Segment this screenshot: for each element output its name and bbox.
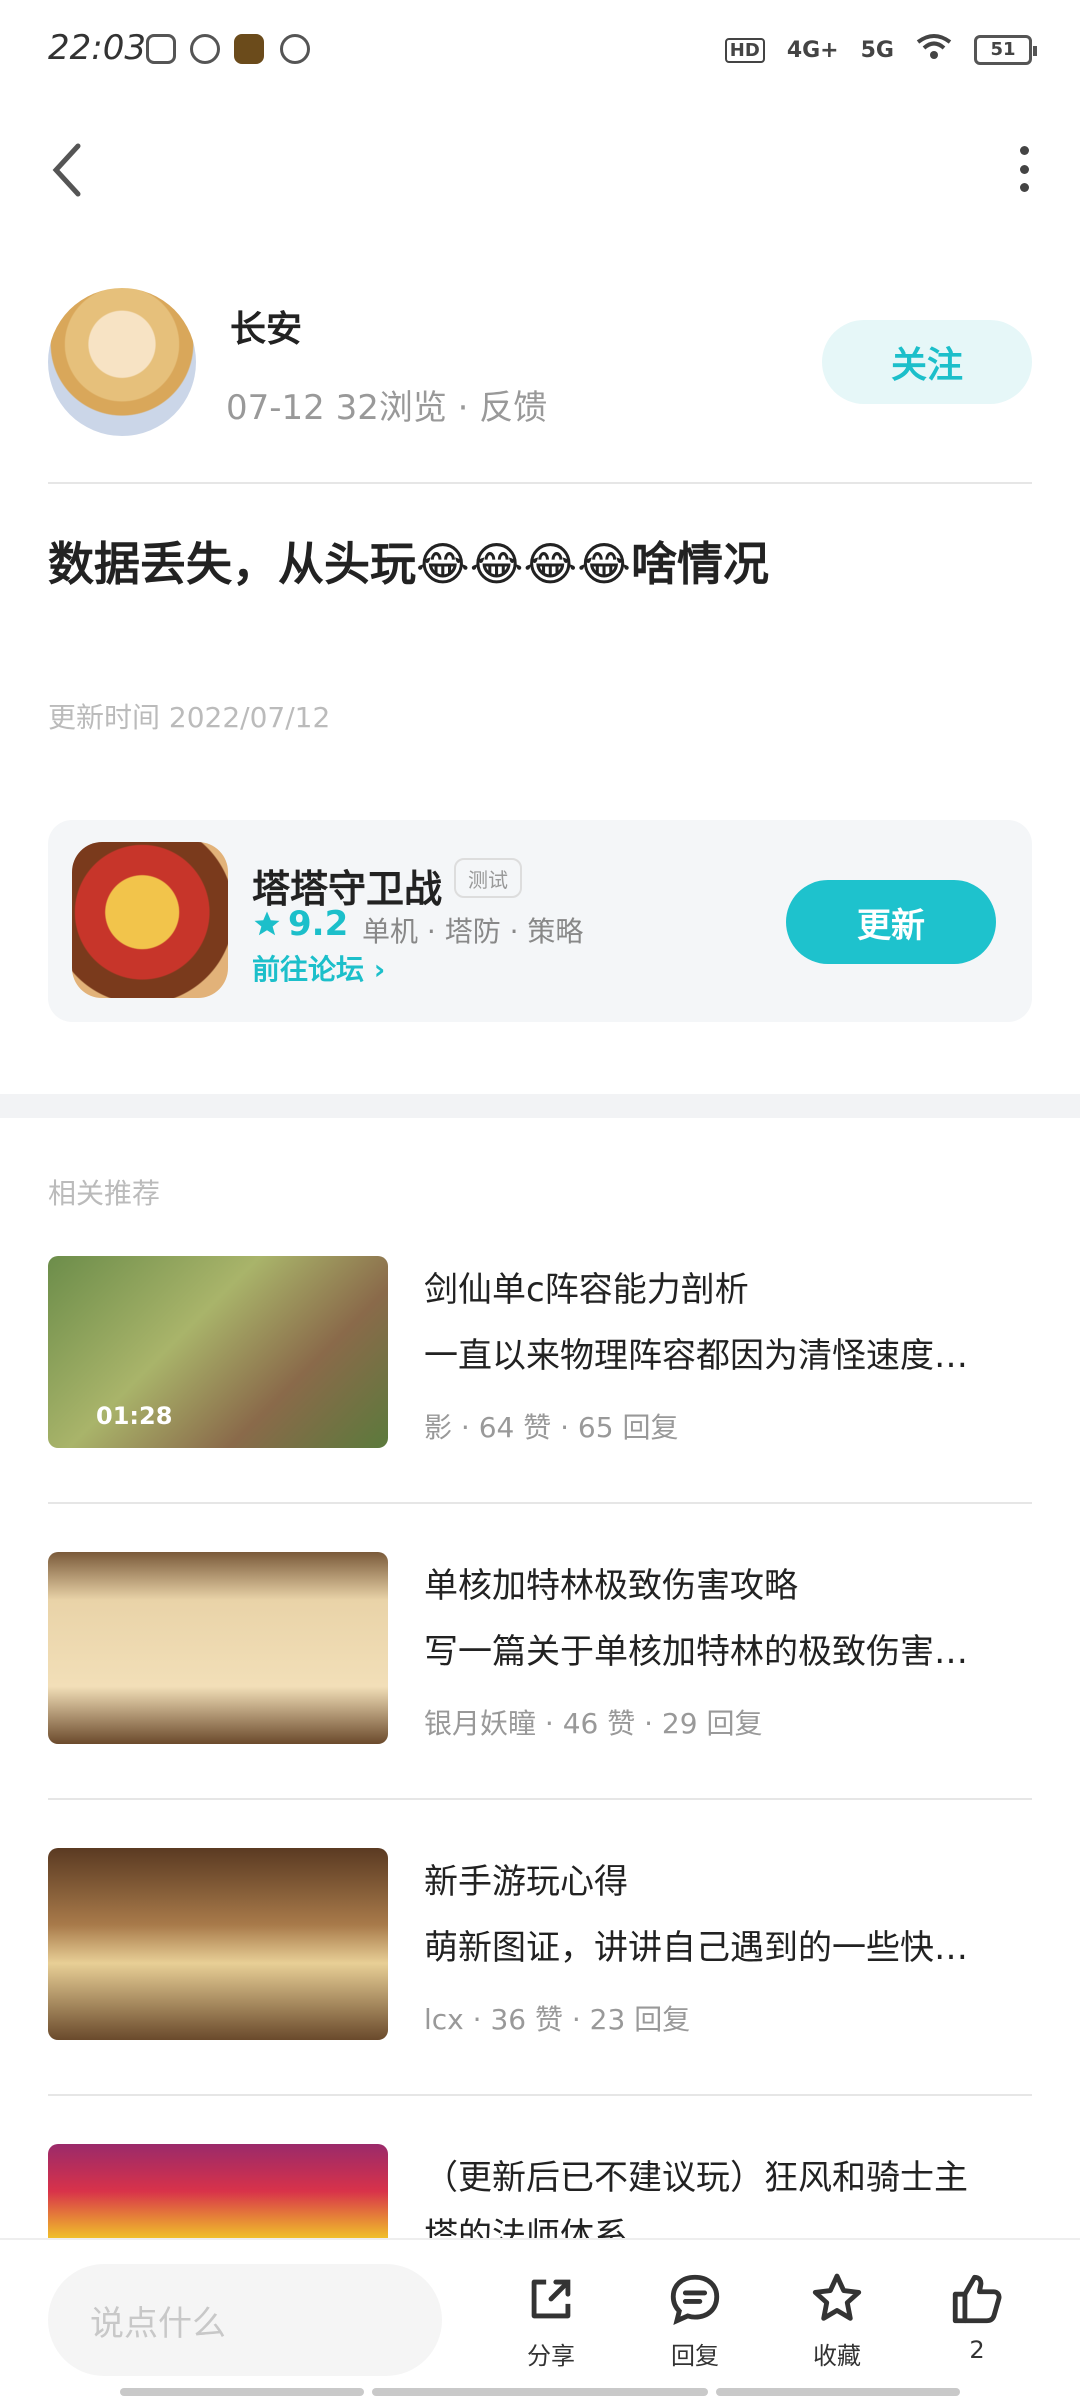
netease-icon <box>280 34 310 64</box>
share-button[interactable]: 分享 <box>496 2270 606 2371</box>
reply-button[interactable]: 回复 <box>640 2270 750 2371</box>
nav-indicator <box>372 2388 708 2396</box>
related-thumbnail[interactable] <box>48 1552 388 1744</box>
rating-value: 9.2 <box>288 904 349 944</box>
related-item-meta: lcx · 36 赞 · 23 回复 <box>424 2003 691 2036</box>
related-thumbnail[interactable]: 01:28 <box>48 1256 388 1448</box>
forum-link[interactable]: 前往论坛 › <box>252 948 385 988</box>
game-app-icon <box>234 34 264 64</box>
update-button[interactable]: 更新 <box>786 880 996 964</box>
back-arrow-icon <box>52 143 81 197</box>
related-thumbnail[interactable] <box>48 2144 388 2238</box>
related-title: 相关推荐 <box>48 1177 161 1210</box>
comment-input[interactable]: 说点什么 <box>48 2264 442 2376</box>
dot-icon <box>1019 183 1029 192</box>
related-item-title[interactable]: 单核加特林极致伤害攻略 <box>424 1558 1034 1607</box>
status-time: 22:03 <box>48 28 146 68</box>
post-title: 数据丢失，从头玩😂😂😂😂啥情况 <box>48 537 769 591</box>
star-icon <box>254 911 280 936</box>
dot-icon <box>1019 146 1029 155</box>
related-item-title[interactable]: 新手游玩心得 <box>424 1854 1034 1903</box>
related-thumbnail[interactable] <box>48 1848 388 2040</box>
related-item-title[interactable]: （更新后已不建议玩）狂风和骑士主 <box>424 2150 1034 2199</box>
signal-5g: 5G <box>860 37 894 63</box>
divider <box>48 2094 1032 2096</box>
author-avatar[interactable] <box>48 288 196 436</box>
favorite-button[interactable]: 收藏 <box>782 2270 892 2371</box>
favorite-label: 收藏 <box>813 2342 861 2370</box>
related-item-meta: 银月妖瞳 · 46 赞 · 29 回复 <box>424 1707 763 1740</box>
like-button[interactable]: 2 <box>922 2270 1032 2364</box>
follow-button[interactable]: 关注 <box>822 320 1032 404</box>
share-icon <box>531 2279 571 2319</box>
tv-app-icon <box>146 34 176 64</box>
related-item-snippet[interactable]: 写一篇关于单核加特林的极致伤害… <box>424 1624 1034 1673</box>
wechat-icon <box>190 34 220 64</box>
battery-icon: 51 <box>974 35 1037 65</box>
wifi-icon <box>916 33 952 67</box>
game-icon[interactable] <box>72 842 228 998</box>
author-name[interactable]: 长安 <box>230 300 302 352</box>
thumbs-up-icon <box>952 2274 1002 2324</box>
dot-icon <box>1019 164 1029 174</box>
forum-link-label: 前往论坛 <box>252 953 365 986</box>
back-button[interactable] <box>44 140 92 200</box>
more-options-button[interactable] <box>1016 146 1032 192</box>
related-item-snippet[interactable]: 萌新图证，讲讲自己遇到的一些快… <box>424 1920 1034 1969</box>
divider <box>48 1798 1032 1800</box>
share-label: 分享 <box>527 2342 575 2370</box>
signal-4g: 4G+ <box>786 37 839 63</box>
update-time: 更新时间 2022/07/12 <box>48 701 331 734</box>
like-count: 2 <box>969 2336 985 2364</box>
comment-icon <box>670 2274 720 2325</box>
reply-label: 回复 <box>671 2342 719 2370</box>
author-meta: 07-12 32浏览 · 反馈 <box>226 388 548 428</box>
test-badge: 测试 <box>454 858 522 898</box>
video-duration: 01:28 <box>96 1402 173 1430</box>
chevron-right-icon: › <box>373 953 386 986</box>
section-separator <box>0 1094 1080 1118</box>
hd-icon: HD <box>724 37 765 63</box>
status-indicators: HD 4G+ 5G 51 <box>724 30 1037 70</box>
game-rating: 9.2 <box>252 904 348 944</box>
related-item-meta: 影 · 64 赞 · 65 回复 <box>424 1411 679 1444</box>
game-tags: 单机 · 塔防 · 策略 <box>362 915 584 948</box>
related-item-title[interactable]: 剑仙单c阵容能力剖析 <box>424 1262 1034 1311</box>
related-item-snippet[interactable]: 塔的法师体系 <box>424 2208 1034 2238</box>
nav-indicator <box>120 2388 364 2396</box>
divider <box>48 482 1032 484</box>
related-item-snippet[interactable]: 一直以来物理阵容都因为清怪速度… <box>424 1328 1034 1377</box>
star-icon <box>812 2273 862 2321</box>
nav-indicator <box>716 2388 960 2396</box>
divider <box>48 1502 1032 1504</box>
